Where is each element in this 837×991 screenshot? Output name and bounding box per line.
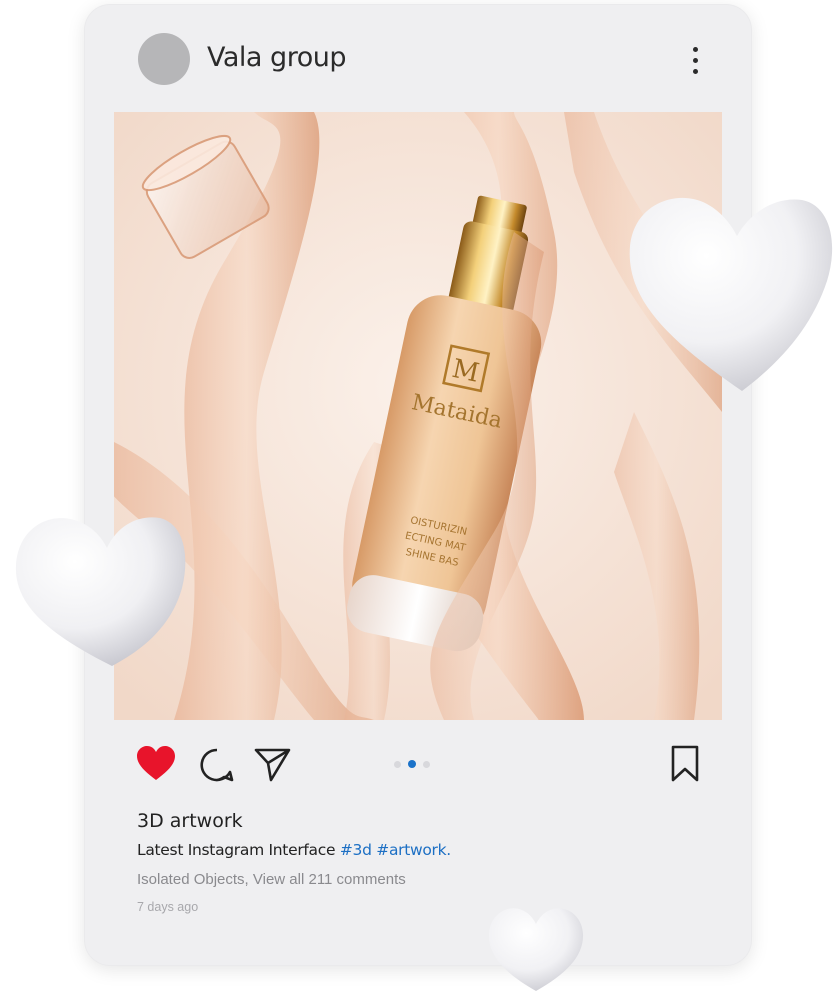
- avatar[interactable]: [138, 33, 190, 85]
- caption-hashtags[interactable]: #3d #artwork.: [340, 841, 451, 859]
- more-vertical-icon[interactable]: [680, 38, 710, 82]
- username[interactable]: Vala group: [207, 42, 346, 73]
- send-icon[interactable]: [254, 747, 292, 783]
- decorative-heart-icon: [15, 517, 186, 666]
- caption-text: Latest Instagram Interface: [137, 841, 340, 859]
- post-card: Vala group M Mataida OISTURIZIN ECTING M…: [84, 4, 752, 966]
- heart-icon[interactable]: [136, 746, 176, 782]
- decorative-heart-icon: [488, 908, 584, 991]
- decorative-heart-icon: [629, 197, 833, 391]
- comment-icon[interactable]: [200, 748, 234, 782]
- carousel-indicator: [394, 760, 430, 768]
- bookmark-icon[interactable]: [670, 745, 700, 783]
- post-timestamp: 7 days ago: [137, 900, 199, 914]
- post-title: 3D artwork: [137, 810, 243, 832]
- carousel-dot: [423, 760, 430, 768]
- post-caption: Latest Instagram Interface #3d #artwork.: [137, 841, 451, 859]
- carousel-dot-active: [408, 760, 416, 768]
- carousel-dot: [394, 760, 401, 768]
- view-comments-link[interactable]: Isolated Objects, View all 211 comments: [137, 871, 406, 888]
